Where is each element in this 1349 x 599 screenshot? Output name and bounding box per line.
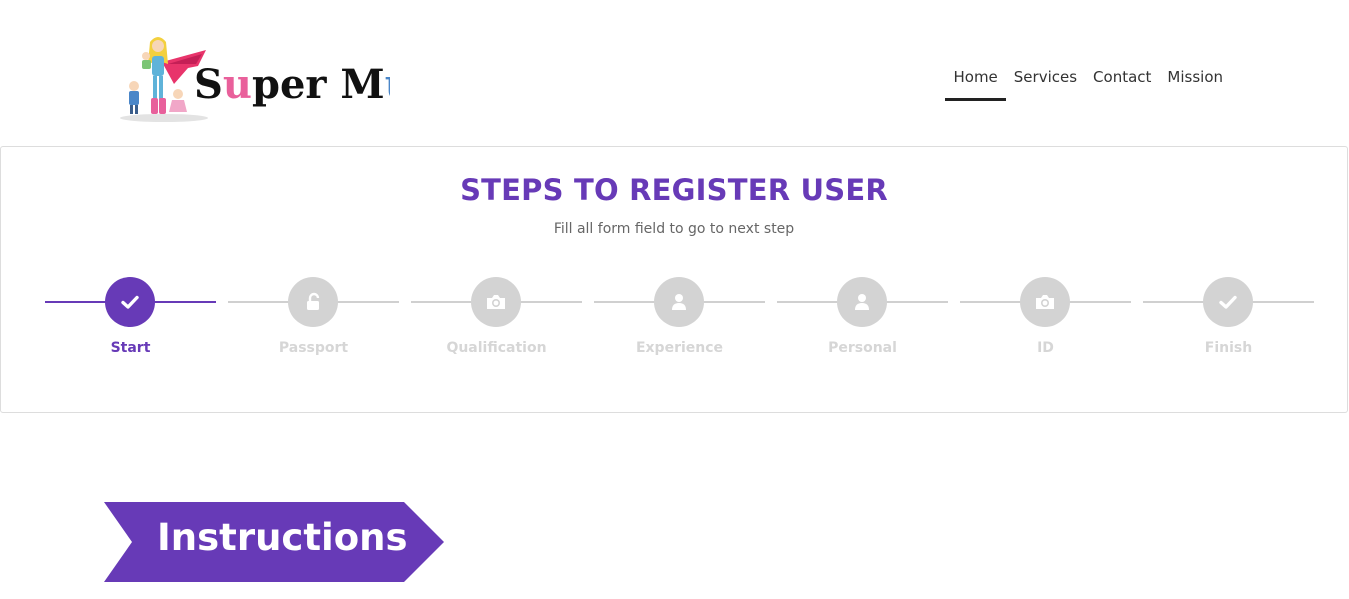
- step-label: ID: [1037, 340, 1054, 356]
- step-circle[interactable]: [288, 277, 338, 327]
- step-circle[interactable]: [1020, 277, 1070, 327]
- step-circle[interactable]: [105, 277, 155, 327]
- step-circle[interactable]: [654, 277, 704, 327]
- logo-letter-4: u: [385, 61, 390, 108]
- nav-mission[interactable]: Mission: [1159, 60, 1231, 101]
- nav-home[interactable]: Home: [945, 60, 1006, 101]
- unlock-icon: [307, 292, 320, 310]
- step-experience[interactable]: Experience: [588, 275, 771, 365]
- step-label: Personal: [828, 340, 897, 356]
- step-label: Finish: [1204, 340, 1253, 356]
- instructions-banner: Instructions: [104, 502, 444, 582]
- instructions-heading: Instructions: [157, 516, 408, 559]
- progress-steps: Start Passport Qualification Experience: [39, 275, 1320, 365]
- site-header: Super Mums Home Services Contact Mission: [0, 0, 1349, 146]
- step-circle[interactable]: [1203, 277, 1253, 327]
- user-icon: [855, 294, 869, 310]
- svg-text:Super Mums: Super Mums: [194, 61, 390, 108]
- camera-icon: [1036, 295, 1054, 309]
- page-title: STEPS TO REGISTER USER: [460, 173, 888, 207]
- camera-icon: [487, 295, 505, 309]
- logo-letter-3: per M: [252, 61, 385, 108]
- nav-services[interactable]: Services: [1006, 60, 1085, 101]
- step-start[interactable]: Start: [39, 275, 222, 365]
- super-mums-logo[interactable]: Super Mums: [118, 34, 390, 126]
- check-icon: [121, 295, 139, 309]
- user-icon: [672, 294, 686, 310]
- register-steps-card: STEPS TO REGISTER USER Fill all form fie…: [0, 146, 1348, 413]
- check-icon: [1219, 295, 1237, 309]
- step-qualification[interactable]: Qualification: [405, 275, 588, 365]
- nav-contact[interactable]: Contact: [1085, 60, 1159, 101]
- step-passport[interactable]: Passport: [222, 275, 405, 365]
- step-label: Experience: [635, 340, 724, 356]
- step-id[interactable]: ID: [954, 275, 1137, 365]
- main-nav: Home Services Contact Mission: [945, 60, 1231, 101]
- step-label: Passport: [278, 340, 349, 356]
- step-personal[interactable]: Personal: [771, 275, 954, 365]
- logo-letter-2: u: [223, 61, 252, 108]
- step-circle[interactable]: [837, 277, 887, 327]
- step-label: Qualification: [446, 340, 547, 356]
- step-label: Start: [110, 340, 151, 356]
- page-subtitle: Fill all form field to go to next step: [553, 221, 795, 237]
- step-circle[interactable]: [471, 277, 521, 327]
- logo-letter-1: S: [194, 61, 223, 108]
- step-finish[interactable]: Finish: [1137, 275, 1320, 365]
